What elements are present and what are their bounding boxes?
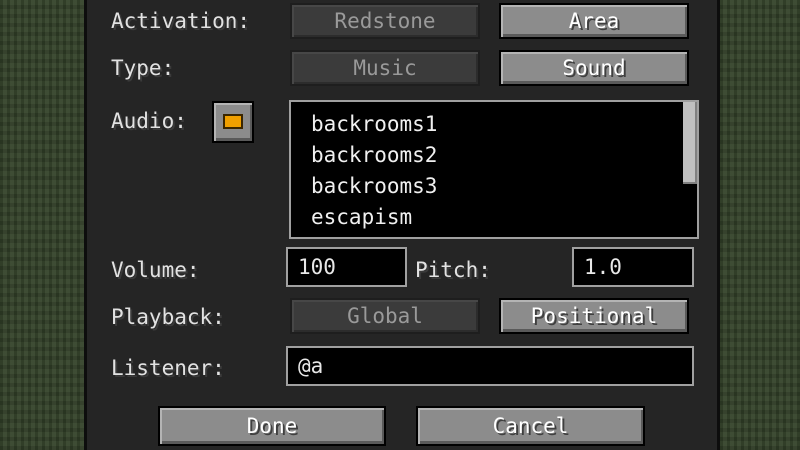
audio-list-scroll-thumb[interactable]	[683, 102, 697, 184]
audio-list-item[interactable]: escapism	[311, 205, 412, 229]
playback-label: Playback:	[111, 305, 225, 329]
cancel-button[interactable]: Cancel	[416, 406, 645, 446]
audio-color-button[interactable]	[212, 101, 254, 143]
activation-area-button[interactable]: Area	[499, 3, 689, 39]
audio-list[interactable]: backrooms1 backrooms2 backrooms3 escapis…	[289, 100, 699, 239]
audio-list-scrollbar[interactable]	[683, 102, 697, 237]
activation-redstone-button[interactable]: Redstone	[290, 3, 480, 39]
listener-label: Listener:	[111, 356, 225, 380]
audio-list-item[interactable]: backrooms2	[311, 143, 437, 167]
pitch-input[interactable]: 1.0	[572, 247, 694, 287]
playback-global-button[interactable]: Global	[290, 298, 480, 334]
audio-label: Audio:	[111, 109, 187, 133]
type-label: Type:	[111, 56, 175, 80]
pitch-label: Pitch:	[415, 258, 491, 282]
type-music-button[interactable]: Music	[290, 50, 480, 86]
audio-list-item[interactable]: backrooms3	[311, 174, 437, 198]
activation-label: Activation:	[111, 9, 251, 33]
type-sound-button[interactable]: Sound	[499, 50, 689, 86]
background-grass-left	[0, 0, 84, 450]
audio-color-swatch-icon	[223, 114, 243, 129]
done-button[interactable]: Done	[158, 406, 386, 446]
audio-list-item[interactable]: backrooms1	[311, 112, 437, 136]
volume-label: Volume:	[111, 258, 200, 282]
playback-positional-button[interactable]: Positional	[499, 298, 689, 334]
listener-input[interactable]: @a	[286, 346, 694, 386]
volume-input[interactable]: 100	[286, 247, 407, 287]
background-grass-right	[720, 0, 800, 450]
